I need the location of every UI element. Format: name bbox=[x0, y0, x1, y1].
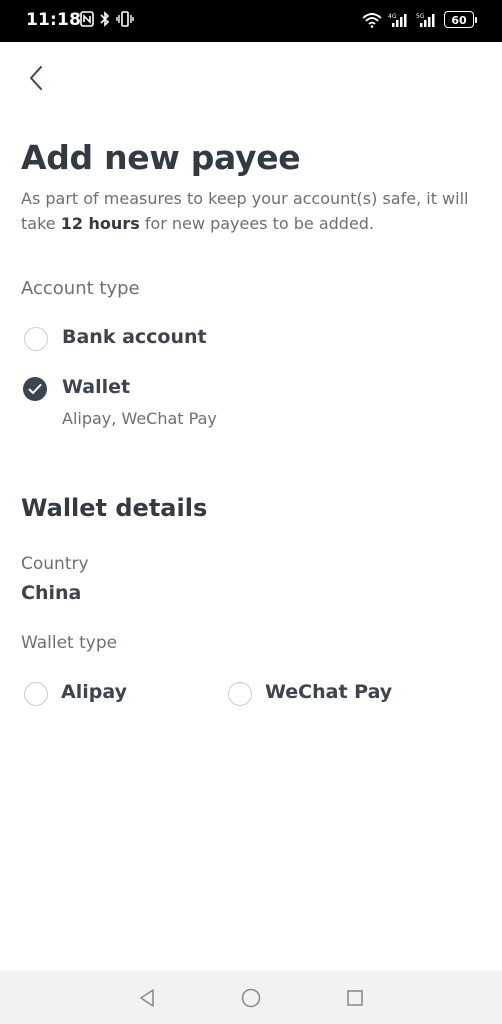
wallet-radio[interactable] bbox=[23, 377, 47, 401]
nfc-icon bbox=[80, 11, 94, 27]
svg-text:4G: 4G bbox=[388, 13, 397, 20]
status-bar: 11:18 4G 5G 60 bbox=[0, 0, 502, 42]
battery-indicator: 60 bbox=[444, 11, 477, 28]
status-icons-left bbox=[80, 11, 134, 27]
intro-text: As part of measures to keep your account… bbox=[21, 186, 491, 236]
back-button[interactable] bbox=[18, 58, 54, 98]
nav-recents-button[interactable] bbox=[342, 985, 368, 1011]
bank-account-radio[interactable] bbox=[24, 327, 48, 351]
nav-back-button[interactable] bbox=[134, 985, 160, 1011]
country-label: Country bbox=[21, 554, 89, 574]
wifi-icon bbox=[362, 12, 382, 28]
circle-home-icon bbox=[241, 988, 261, 1008]
intro-text-bold: 12 hours bbox=[60, 214, 140, 233]
wechat-pay-radio[interactable] bbox=[228, 682, 252, 706]
signal-5g-icon: 5G bbox=[416, 13, 435, 27]
svg-text:5G: 5G bbox=[416, 13, 425, 20]
square-recents-icon bbox=[347, 990, 363, 1006]
chevron-left-icon bbox=[30, 66, 42, 90]
wallet-label[interactable]: Wallet bbox=[62, 376, 130, 398]
alipay-label[interactable]: Alipay bbox=[61, 681, 127, 703]
account-type-label: Account type bbox=[21, 278, 140, 299]
wallet-details-heading: Wallet details bbox=[21, 494, 208, 522]
wallet-type-label: Wallet type bbox=[21, 633, 118, 653]
intro-text-end: for new payees to be added. bbox=[139, 214, 375, 233]
bank-account-label[interactable]: Bank account bbox=[62, 326, 207, 348]
wallet-sublabel: Alipay, WeChat Pay bbox=[62, 409, 217, 428]
system-nav-bar bbox=[0, 971, 502, 1024]
triangle-back-icon bbox=[140, 989, 154, 1007]
check-icon bbox=[28, 384, 42, 394]
alipay-radio[interactable] bbox=[24, 682, 48, 706]
signal-4g-icon: 4G bbox=[388, 13, 407, 27]
bluetooth-icon bbox=[100, 11, 110, 27]
country-value: China bbox=[21, 582, 82, 604]
wechat-pay-label[interactable]: WeChat Pay bbox=[265, 681, 392, 703]
nav-home-button[interactable] bbox=[238, 985, 264, 1011]
page-title: Add new payee bbox=[21, 138, 301, 177]
status-icons-right: 4G 5G 60 bbox=[362, 11, 477, 28]
status-time: 11:18 bbox=[26, 10, 82, 30]
vibrate-icon bbox=[116, 11, 134, 27]
